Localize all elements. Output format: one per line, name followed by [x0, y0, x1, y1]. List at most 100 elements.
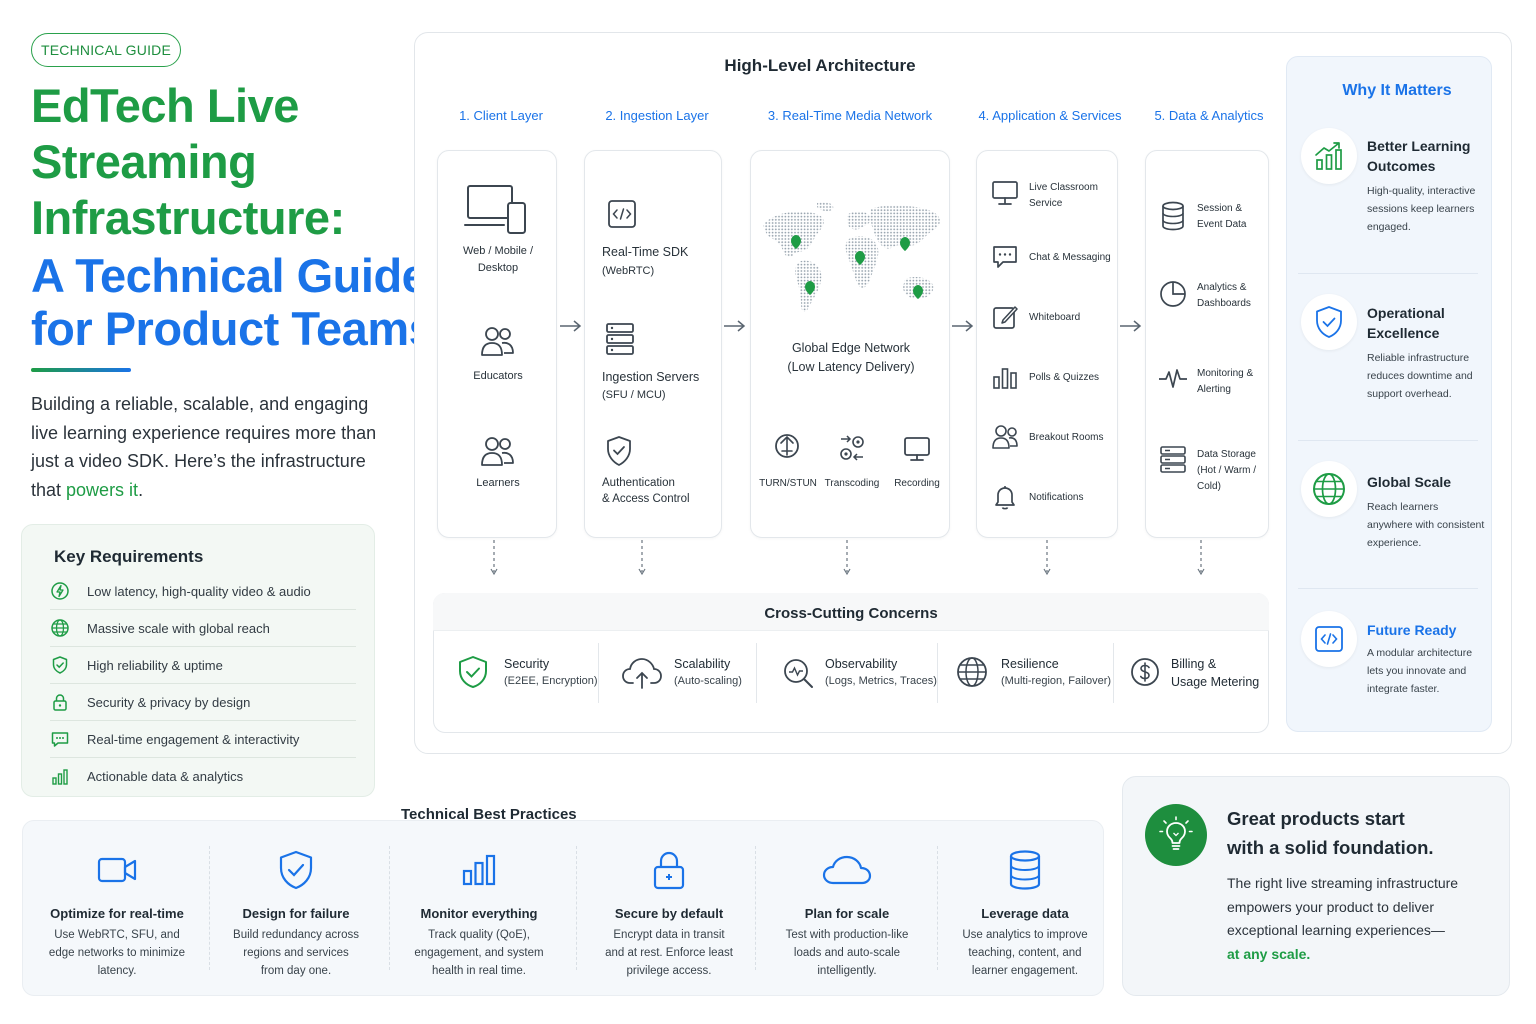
world-map-icon: [763, 202, 940, 312]
down-arrow-5: [1197, 540, 1205, 576]
intro-paragraph: Building a reliable, scalable, and engag…: [31, 394, 377, 500]
shield-check-icon: [459, 656, 487, 688]
key-requirements-card: Key Requirements Low latency, high-quali…: [21, 524, 375, 797]
globe-icon: [957, 657, 987, 687]
practice-divider: [937, 846, 938, 970]
practice-monitor: Monitor everything Track quality (QoE), e…: [396, 840, 562, 980]
cta-title: Great products start with a solid foundat…: [1227, 808, 1434, 858]
chat-icon: [993, 246, 1017, 268]
cross-cutting-title: Cross-Cutting Concerns: [764, 605, 938, 622]
requirement-item: Real-time engagement & interactivity: [50, 721, 356, 758]
intro-highlight: powers it: [66, 479, 139, 500]
polls-icon: [993, 368, 1017, 389]
why-item-outcomes: Better Learning Outcomes High-quality, in…: [1367, 138, 1476, 233]
architecture-title: High-Level Architecture: [724, 56, 916, 75]
page-title-line-1: EdTech Live: [31, 79, 299, 132]
recording-icon: [904, 437, 930, 461]
best-practices-title: Technical Best Practices: [401, 806, 577, 823]
magnifier-icon: [784, 659, 813, 688]
why-item-future: Future Ready A modular architecture lets …: [1367, 622, 1473, 695]
why-it-matters-title: Why It Matters: [1342, 82, 1452, 99]
why-separator: [1298, 273, 1478, 274]
why-separator: [1298, 588, 1478, 589]
practice-divider: [209, 846, 210, 970]
lock-icon: [653, 851, 685, 890]
page-title-line-3: Infrastructure:: [31, 191, 345, 244]
transcoding-icon: [840, 435, 864, 461]
requirement-item: Massive scale with global reach: [50, 610, 356, 647]
media-network-header: 3. Real-Time Media Network: [767, 108, 933, 123]
why-icon-circle: [1301, 611, 1357, 667]
cta-body: The right live streaming infrastructure …: [1227, 872, 1497, 966]
app-services-header: 4. Application & Services: [978, 108, 1122, 123]
bar-chart-icon: [52, 768, 68, 785]
data-analytics-column: Session & Event Data Analytics & Dashboa…: [1145, 150, 1269, 538]
cc-scalability: Scalability (Auto-scaling): [674, 657, 742, 687]
lightbulb-icon: [1159, 816, 1193, 850]
why-item-global: Global Scale Reach learners anywhere with…: [1367, 474, 1485, 549]
down-arrow-2: [638, 540, 646, 576]
cta-highlight: at any scale.: [1227, 945, 1311, 962]
requirement-item: Low latency, high-quality video & audio: [50, 573, 356, 610]
requirement-item: Security & privacy by design: [50, 684, 356, 721]
bell-icon: [995, 486, 1015, 510]
turn-stun-icon: [775, 434, 799, 458]
key-requirements-title: Key Requirements: [54, 547, 204, 566]
page-title-line-2: Streaming: [31, 135, 257, 188]
bar-chart-icon: [462, 854, 496, 886]
devices-icon: [464, 185, 526, 234]
practice-realtime: Optimize for real-time Use WebRTC, SFU, …: [32, 840, 202, 980]
database-icon: [1162, 201, 1184, 231]
app-services-column: Live Classroom Service Chat & Messaging …: [976, 150, 1118, 538]
data-analytics-header: 5. Data & Analytics: [1154, 108, 1264, 123]
lightning-icon: [51, 582, 69, 600]
flow-arrow-1: [560, 320, 582, 332]
pulse-icon: [1159, 369, 1187, 388]
requirement-item: Actionable data & analytics: [50, 758, 356, 795]
cc-divider: [937, 643, 938, 703]
code-icon: [1315, 626, 1343, 652]
learners-icon: [481, 437, 514, 466]
requirement-item: High reliability & uptime: [50, 647, 356, 684]
flow-arrow-4: [1120, 320, 1142, 332]
why-separator: [1298, 440, 1478, 441]
client-layer-header: 1. Client Layer: [459, 108, 543, 123]
page-subtitle-line-1: A Technical Guide: [31, 249, 428, 302]
flow-arrow-2: [724, 320, 746, 332]
media-network-column: Global Edge Network (Low Latency Deliver…: [750, 150, 950, 538]
storage-icon: [1160, 446, 1186, 473]
shield-check-icon: [607, 436, 631, 466]
shield-check-icon: [52, 656, 68, 674]
whiteboard-icon: [993, 306, 1018, 329]
shield-check-icon: [279, 850, 313, 890]
practice-divider: [755, 846, 756, 970]
breakout-icon: [992, 425, 1018, 449]
cc-observability: Observability (Logs, Metrics, Traces): [825, 657, 937, 687]
lock-icon: [53, 694, 67, 711]
down-arrow-3: [843, 540, 851, 576]
down-arrow-4: [1043, 540, 1051, 576]
cc-divider: [598, 643, 599, 703]
why-icon-circle: [1301, 294, 1357, 350]
title-accent-bar: [31, 368, 131, 372]
shield-check-icon: [1316, 306, 1342, 338]
why-item-operational: Operational Excellence Reliable infrastru…: [1367, 305, 1473, 400]
why-icon-circle: [1301, 128, 1357, 184]
video-camera-icon: [97, 857, 137, 883]
down-arrow-1: [490, 540, 498, 576]
ingestion-layer-column: Real-Time SDK (WebRTC) Ingestion Servers…: [584, 150, 722, 538]
cloud-icon: [822, 855, 872, 885]
educators-icon: [481, 327, 514, 356]
globe-icon: [51, 619, 69, 637]
cc-security: Security (E2EE, Encryption): [504, 657, 598, 687]
cloud-upload-icon: [622, 658, 662, 689]
monitor-icon: [992, 181, 1018, 205]
client-layer-column: Web / Mobile / Desktop Educators Learner…: [437, 150, 557, 538]
database-icon: [1009, 850, 1041, 890]
lightbulb-badge: [1145, 804, 1207, 866]
dollar-icon: [1131, 658, 1159, 686]
code-icon: [608, 200, 636, 228]
server-icon: [606, 323, 634, 355]
practice-data: Leverage data Use analytics to improve te…: [944, 840, 1106, 980]
growth-chart-icon: [1315, 142, 1342, 170]
